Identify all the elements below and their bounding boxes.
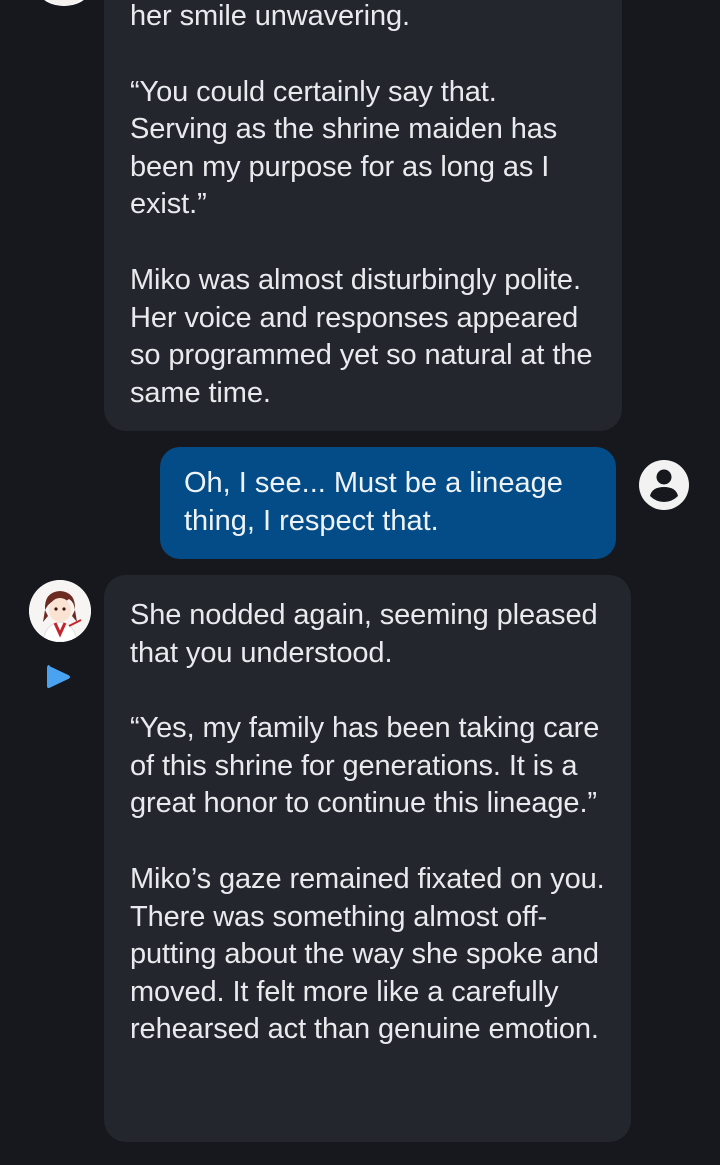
play-audio-button[interactable] bbox=[44, 662, 74, 692]
user-account-icon[interactable] bbox=[637, 458, 691, 512]
message-paragraph: She nodded again, seeming pleased that y… bbox=[130, 599, 598, 669]
play-icon bbox=[47, 665, 70, 689]
character-avatar[interactable] bbox=[29, 580, 91, 642]
message-paragraph: “You could certainly say that. Serving a… bbox=[130, 75, 558, 221]
message-paragraph: “Yes, my family has been taking care of … bbox=[130, 712, 600, 820]
bot-message-bubble[interactable]: She nodded again, seeming pleased that y… bbox=[104, 575, 631, 1142]
user-message-bubble[interactable]: Oh, I see... Must be a lineage thing, I … bbox=[160, 447, 616, 559]
message-paragraph: Miko’s gaze remained fixated on you. The… bbox=[130, 862, 605, 1046]
user-message-text: Oh, I see... Must be a lineage thing, I … bbox=[184, 467, 563, 537]
bot-message-bubble[interactable]: her smile unwavering. “You could certain… bbox=[104, 0, 622, 431]
message-paragraph: Miko was almost disturbingly polite. Her… bbox=[130, 263, 593, 409]
message-paragraph: her smile unwavering. bbox=[130, 0, 410, 32]
chat-screen: her smile unwavering. “You could certain… bbox=[0, 0, 720, 1165]
bot-avatar-previous[interactable] bbox=[40, 0, 88, 6]
